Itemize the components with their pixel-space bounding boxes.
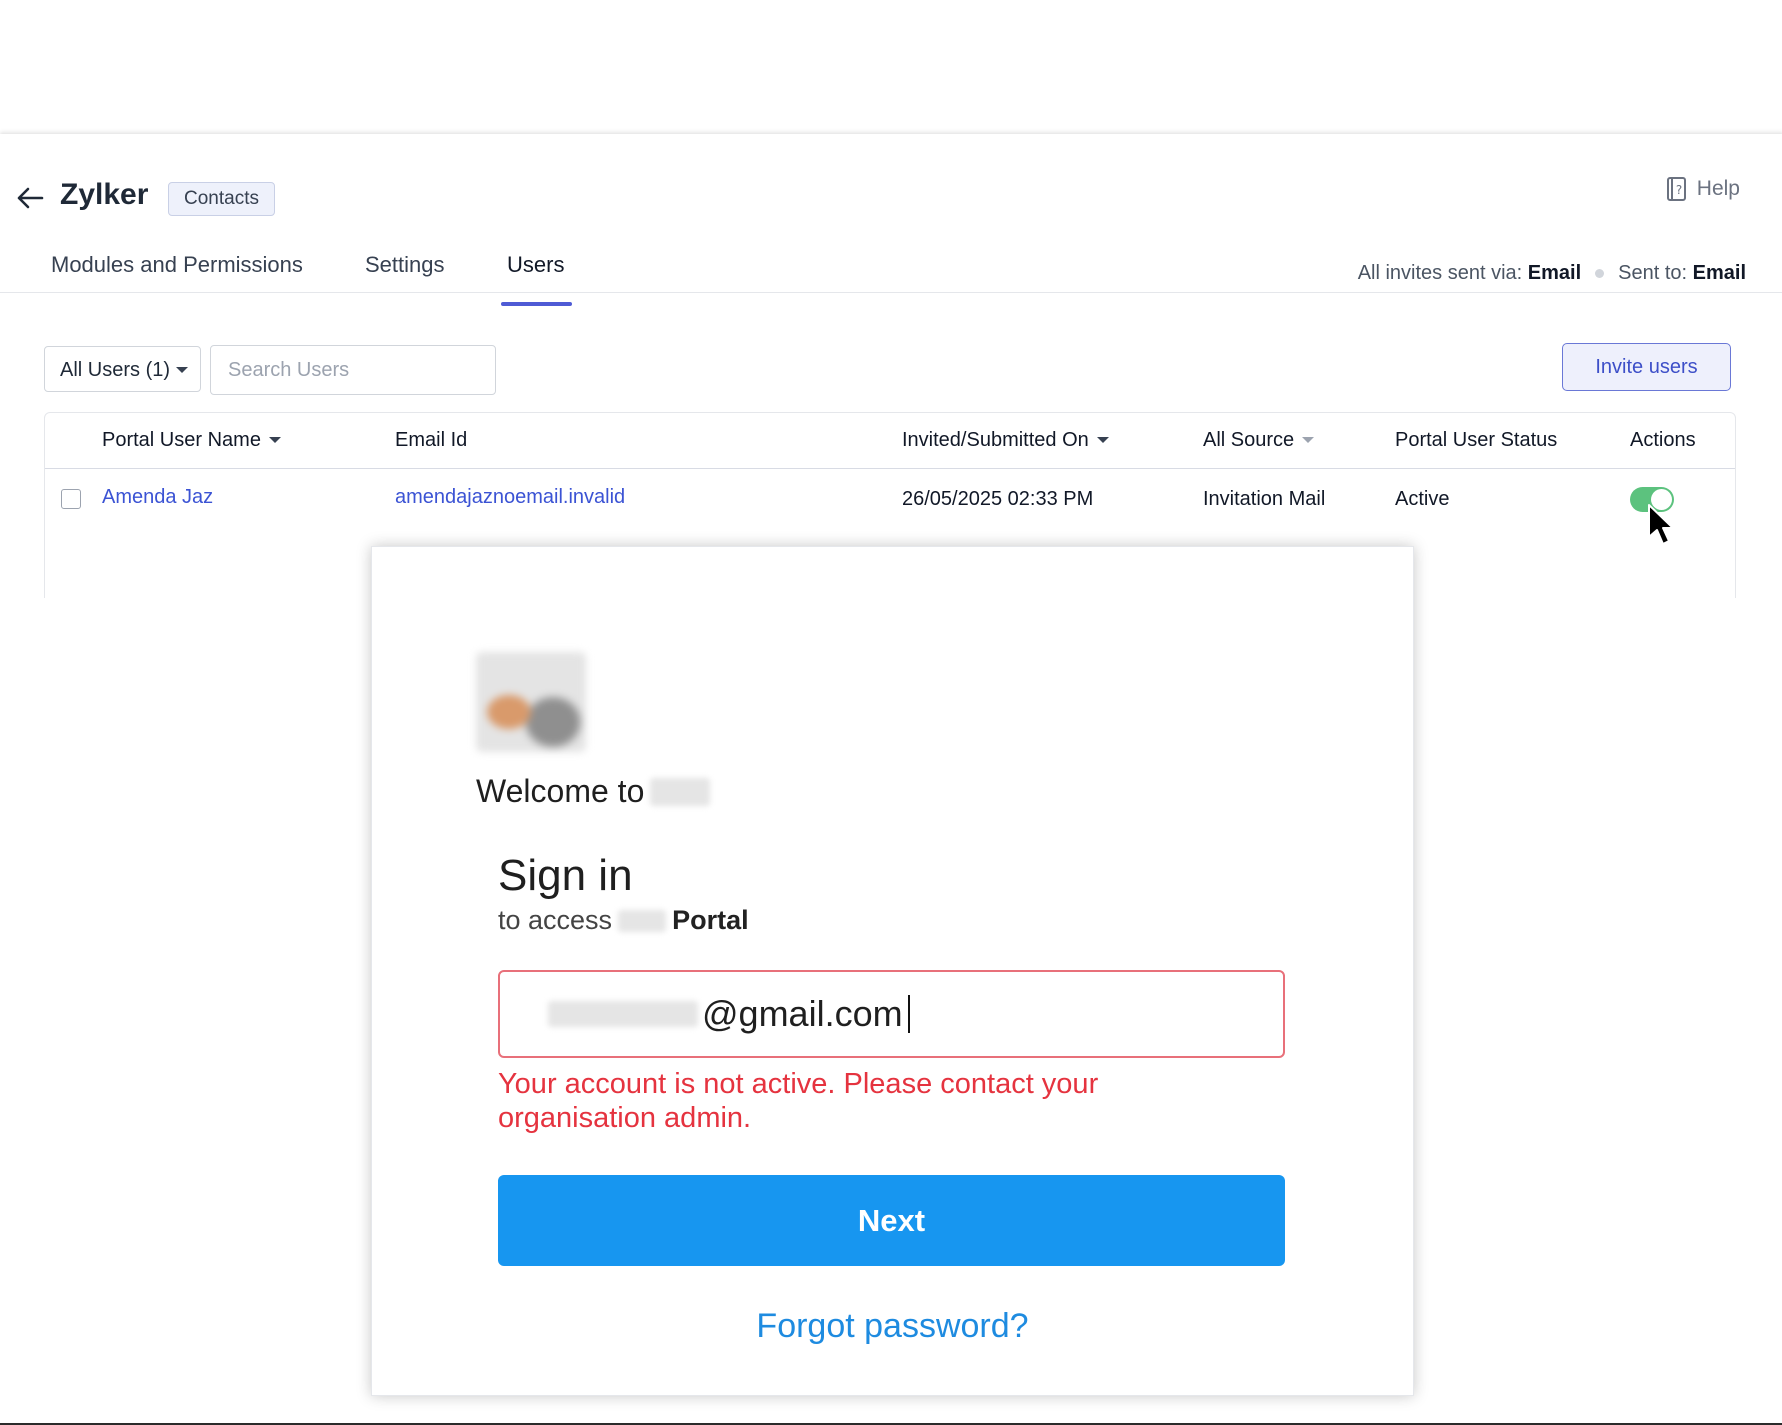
table-row: Amenda Jaz amendajaznoemail.invalid 26/0… — [45, 469, 1735, 529]
help-book-icon: ? — [1666, 177, 1686, 201]
column-invited-on[interactable]: Invited/Submitted On — [902, 429, 1109, 452]
separator-dot — [1595, 269, 1605, 278]
invite-via: All invites sent via: Email — [1358, 262, 1581, 285]
tab-modules-and-permissions[interactable]: Modules and Permissions — [51, 252, 303, 290]
table-header: Portal User Name Email Id Invited/Submit… — [45, 413, 1735, 469]
user-filter-label: All Users (1) — [60, 359, 171, 381]
mouse-pointer-icon — [1648, 504, 1674, 545]
tab-settings[interactable]: Settings — [365, 252, 445, 290]
welcome-label: Welcome to — [476, 773, 645, 809]
help-label: Help — [1696, 177, 1740, 200]
user-name-link[interactable]: Amenda Jaz — [102, 486, 213, 509]
user-filter-dropdown[interactable]: All Users (1) — [44, 346, 201, 392]
tab-users[interactable]: Users — [507, 252, 564, 290]
error-message: Your account is not active. Please conta… — [498, 1068, 1099, 1134]
subtitle-portal: Portal — [672, 905, 749, 935]
portal-admin-panel: Zylker Contacts ? Help Modules and Permi… — [0, 134, 1782, 662]
source-cell: Invitation Mail — [1203, 488, 1326, 510]
invite-via-label: All invites sent via: — [1357, 262, 1523, 284]
column-portal-user-status: Portal User Status — [1395, 429, 1558, 451]
redacted-portal-name — [650, 777, 711, 806]
screen: Zylker Contacts ? Help Modules and Permi… — [0, 0, 1782, 1425]
email-domain: @gmail.com — [702, 993, 903, 1034]
sent-to-value: Email — [1692, 262, 1746, 284]
sent-to-label: Sent to: — [1618, 262, 1688, 284]
welcome-text: Welcome to — [476, 773, 711, 810]
active-tab-indicator — [501, 302, 572, 306]
email-value: @gmail.com — [548, 993, 910, 1035]
column-portal-user-name[interactable]: Portal User Name — [102, 429, 281, 452]
panel-header: Zylker Contacts ? Help — [0, 134, 1782, 234]
status-cell: Active — [1395, 488, 1450, 510]
subtitle-prefix: to access — [498, 905, 613, 935]
invite-settings-summary: All invites sent via: Email Sent to: Ema… — [1358, 262, 1746, 285]
row-checkbox[interactable] — [61, 489, 81, 509]
user-email-link[interactable]: amendajaznoemail.invalid — [395, 486, 625, 509]
search-users-input[interactable] — [210, 345, 496, 395]
column-all-source[interactable]: All Source — [1203, 429, 1315, 452]
portal-logo — [476, 652, 586, 752]
sort-down-icon — [1096, 437, 1109, 443]
filter-down-icon — [1302, 437, 1315, 443]
email-field[interactable]: @gmail.com — [498, 970, 1285, 1058]
module-badge: Contacts — [168, 182, 275, 216]
portal-signin-card: Welcome to Sign in to access Portal @gma… — [371, 546, 1414, 1396]
sort-down-icon — [268, 437, 281, 443]
forgot-password-link[interactable]: Forgot password? — [372, 1307, 1413, 1346]
signin-subtitle: to access Portal — [498, 905, 749, 936]
column-email-id: Email Id — [395, 429, 468, 451]
invite-users-button[interactable]: Invite users — [1562, 343, 1731, 391]
page-title: Zylker — [60, 178, 149, 211]
top-background — [0, 0, 1782, 134]
column-actions: Actions — [1630, 429, 1696, 451]
redacted-org-name — [618, 909, 667, 932]
invite-via-value: Email — [1527, 262, 1582, 284]
help-link[interactable]: ? Help — [1665, 176, 1740, 202]
invited-on-cell: 26/05/2025 02:33 PM — [902, 488, 1094, 510]
signin-title: Sign in — [498, 851, 633, 900]
back-arrow-icon[interactable] — [15, 184, 45, 212]
next-button[interactable]: Next — [498, 1175, 1285, 1266]
chevron-down-icon — [176, 367, 188, 373]
svg-text:?: ? — [1676, 183, 1682, 197]
redacted-email-user — [548, 1001, 698, 1027]
text-caret — [907, 995, 910, 1033]
sent-to: Sent to: Email — [1618, 262, 1746, 285]
